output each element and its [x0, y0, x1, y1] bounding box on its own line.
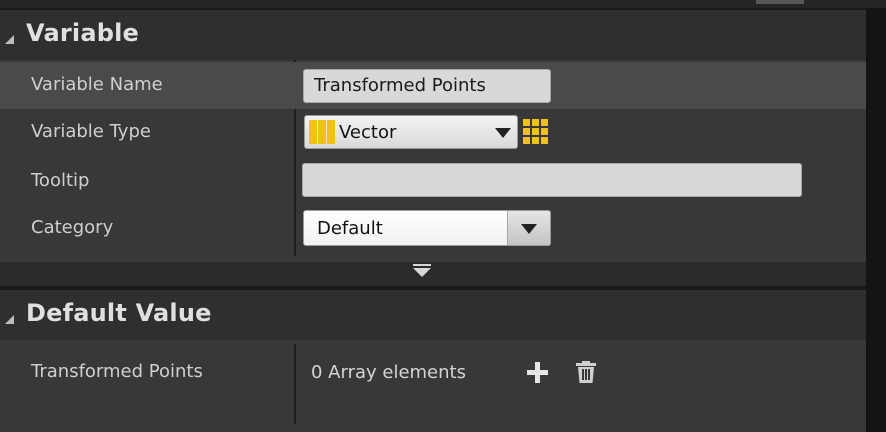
section-header-variable[interactable]: Variable — [0, 10, 866, 60]
top-strip — [0, 0, 886, 8]
section-title: Variable — [26, 19, 139, 47]
array-element-count: 0 Array elements — [311, 362, 466, 383]
details-panel: Variable Variable Name Transformed Point… — [0, 0, 886, 432]
variable-panel: Variable Name Transformed Points Variabl… — [0, 60, 866, 262]
category-value: Default — [317, 218, 383, 239]
variable-type-label: Variable Type — [31, 121, 151, 142]
scroll-nub[interactable] — [756, 0, 804, 4]
row-category: Category Default — [0, 205, 866, 252]
array-label: Transformed Points — [31, 361, 203, 382]
row-variable-name: Variable Name Transformed Points — [0, 62, 866, 109]
default-value-panel: Transformed Points 0 Array elements — [0, 340, 866, 432]
trash-icon[interactable] — [574, 360, 598, 384]
category-label: Category — [31, 217, 114, 238]
grid-icon[interactable] — [521, 117, 553, 149]
tooltip-label: Tooltip — [31, 170, 90, 191]
section-title: Default Value — [26, 299, 212, 327]
vertical-scrollbar[interactable] — [866, 8, 886, 432]
triangle-collapse-icon[interactable] — [5, 315, 14, 324]
variable-name-input[interactable]: Transformed Points — [303, 69, 551, 103]
row-tooltip: Tooltip — [0, 158, 866, 205]
variable-type-dropdown[interactable]: Vector — [304, 115, 518, 149]
chevron-down-icon — [495, 128, 511, 138]
variable-type-value: Vector — [339, 122, 397, 143]
variable-name-label: Variable Name — [31, 74, 163, 95]
triangle-collapse-icon[interactable] — [5, 35, 14, 44]
advanced-expand-bar[interactable] — [0, 262, 866, 286]
plus-icon[interactable] — [527, 362, 548, 383]
category-dropdown[interactable]: Default — [303, 210, 551, 246]
category-dropdown-button[interactable] — [507, 211, 550, 245]
tooltip-input[interactable] — [302, 163, 802, 197]
chevron-down-icon[interactable] — [413, 268, 431, 277]
chevron-down-icon — [521, 224, 537, 234]
expand-line — [413, 264, 431, 266]
row-variable-type: Variable Type Vector — [0, 109, 866, 156]
row-transformed-points: Transformed Points 0 Array elements — [0, 349, 866, 396]
section-header-default-value[interactable]: Default Value — [0, 290, 866, 340]
